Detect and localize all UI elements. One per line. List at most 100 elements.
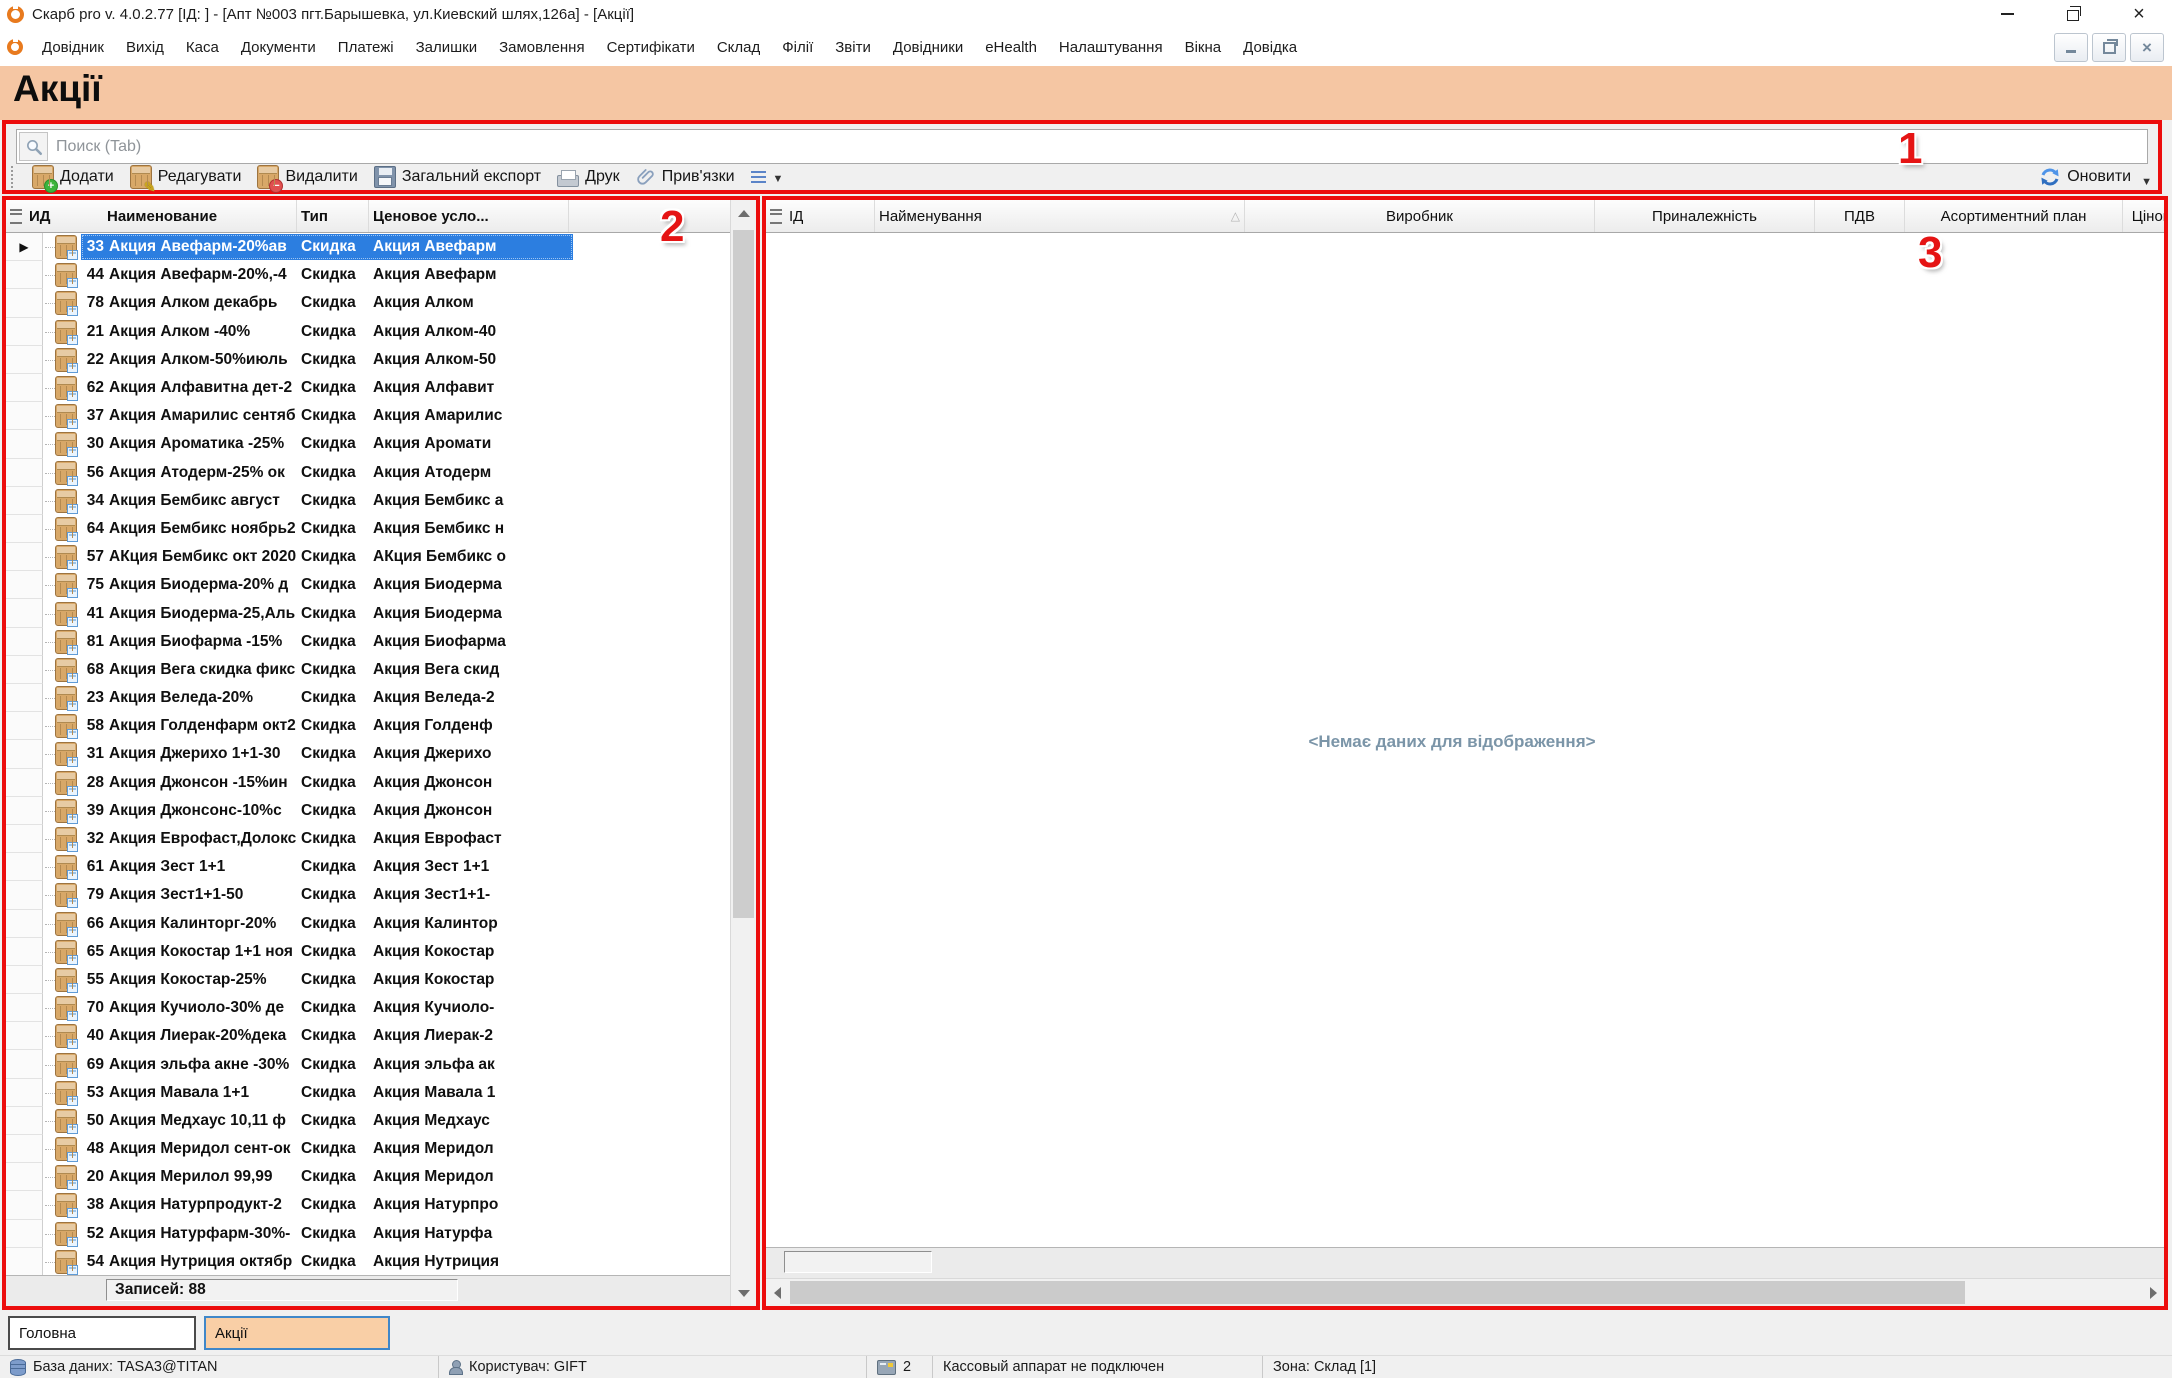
table-row[interactable]: 56Акция Атодерм-25% окСкидкаАкция Атодер… [6,459,730,487]
table-row[interactable]: 75Акция Биодерма-20% дСкидкаАкция Биодер… [6,571,730,599]
right-col-manufacturer[interactable]: Виробник [1245,200,1595,232]
table-row[interactable]: 70Акция Кучиоло-30% деСкидкаАкция Кучиол… [6,994,730,1022]
table-row[interactable]: 64Акция Бембикс ноябрь2СкидкаАкция Бемби… [6,515,730,543]
close-button[interactable]: × [2106,0,2172,28]
table-row[interactable]: 55Акция Кокостар-25%СкидкаАкция Кокостар [6,966,730,994]
column-chooser-icon[interactable] [10,209,22,224]
menu-item-6[interactable]: Залишки [405,39,489,56]
right-col-name[interactable]: Найменування△ [875,200,1245,232]
table-row[interactable]: 30Акция Ароматика -25%СкидкаАкция Аромат… [6,430,730,458]
minimize-button[interactable] [1974,0,2040,28]
menu-item-15[interactable]: Вікна [1174,39,1233,56]
scroll-left-button[interactable] [766,1279,788,1306]
refresh-dropdown-arrow[interactable]: ▼ [2141,176,2152,188]
left-col-id[interactable]: ИД [25,200,103,232]
left-col-price-condition[interactable]: Ценовое усло... [369,200,569,232]
right-col-vat[interactable]: ПДВ [1815,200,1905,232]
menu-item-9[interactable]: Склад [706,39,771,56]
menu-item-5[interactable]: Платежі [327,39,405,56]
right-col-belonging[interactable]: Приналежність [1595,200,1815,232]
table-row[interactable]: 52Акция Натурфарм-30%-СкидкаАкция Натурф… [6,1220,730,1248]
table-row[interactable]: 41Акция Биодерма-25,АльСкидкаАкция Биоде… [6,599,730,627]
right-col-price-regulation[interactable]: Цінове регулювання [2123,200,2164,232]
row-type: Скидка [301,605,373,623]
search-input[interactable] [48,133,2147,160]
table-row[interactable]: 28Акция Джонсон -15%инСкидкаАкция Джонсо… [6,769,730,797]
table-row[interactable]: 32Акция Еврофаст,ДолоксСкидкаАкция Евроф… [6,825,730,853]
menu-item-8[interactable]: Сертифікати [596,39,706,56]
table-row[interactable]: 38Акция Натурпродукт-2СкидкаАкция Натурп… [6,1191,730,1219]
list-options-button[interactable]: ▼ [743,169,792,185]
table-row[interactable]: 54Акция Нутриция октябрСкидкаАкция Нутри… [6,1248,730,1276]
table-row[interactable]: 21Акция Алком -40%СкидкаАкция Алком-40 [6,318,730,346]
refresh-button[interactable]: Оновити [2031,166,2139,188]
table-row[interactable]: 39Акция Джонсонс-10%сСкидкаАкция Джонсон [6,797,730,825]
delete-crate-icon: − [257,165,279,189]
scroll-right-button[interactable] [2142,1279,2164,1306]
table-row[interactable]: 22Акция Алком-50%июльСкидкаАкция Алком-5… [6,346,730,374]
table-row[interactable]: 34Акция Бембикс августСкидкаАкция Бембик… [6,487,730,515]
delete-button[interactable]: − Видалити [249,165,365,189]
column-chooser-icon[interactable] [770,209,782,224]
menu-item-11[interactable]: Звіти [824,39,882,56]
row-indicator-cell [6,994,43,1022]
menu-item-13[interactable]: eHealth [974,39,1048,56]
table-row[interactable]: 37Акция Амарилис сентябСкидкаАкция Амари… [6,402,730,430]
menu-item-7[interactable]: Замовлення [488,39,595,56]
edit-button[interactable]: ✎ Редагувати [122,165,250,189]
empty-data-message: <Немає даних для відображення> [766,732,2138,752]
tab-main[interactable]: Головна [8,1316,196,1350]
table-row[interactable]: 48Акция Меридол сент-окСкидкаАкция Мерид… [6,1135,730,1163]
menu-item-10[interactable]: Філії [771,39,824,56]
scroll-thumb[interactable] [790,1281,1965,1304]
toolbar-drag-handle[interactable] [11,166,18,188]
left-col-name[interactable]: Наименование [103,200,297,232]
table-row[interactable]: 58Акция Голденфарм окт2СкидкаАкция Голде… [6,712,730,740]
menu-item-4[interactable]: Документи [230,39,327,56]
table-row[interactable]: 44Акция Авефарм-20%,-4СкидкаАкция Авефар… [6,261,730,289]
scroll-up-button[interactable] [731,200,756,226]
table-row[interactable]: 23Акция Веледа-20%СкидкаАкция Веледа-2 [6,684,730,712]
row-name: Акция Лиерак-20%дека [109,1027,301,1045]
search-icon-button[interactable] [19,132,48,161]
scroll-thumb[interactable] [733,230,754,918]
table-row[interactable]: 57АКция Бембикс окт 2020СкидкаАКция Бемб… [6,543,730,571]
table-row[interactable]: 69Акция эльфа акне -30%СкидкаАкция эльфа… [6,1050,730,1078]
mdi-close-button[interactable]: × [2130,33,2164,62]
table-row[interactable]: 79Акция Зест1+1-50СкидкаАкция Зест1+1- [6,881,730,909]
table-row[interactable]: 20Акция Мерилол 99,99СкидкаАкция Меридол [6,1163,730,1191]
menu-item-14[interactable]: Налаштування [1048,39,1174,56]
table-row[interactable]: 61Акция Зест 1+1СкидкаАкция Зест 1+1 [6,853,730,881]
restore-button[interactable] [2040,0,2106,28]
table-row[interactable]: 40Акция Лиерак-20%декаСкидкаАкция Лиерак… [6,1022,730,1050]
menu-item-2[interactable]: Вихід [115,39,175,56]
table-row[interactable]: ▶33Акция Авефарм-20%авСкидкаАкция Авефар… [6,233,730,261]
table-row[interactable]: 78Акция Алком декабрьСкидкаАкция Алком [6,289,730,317]
mdi-minimize-button[interactable] [2054,33,2088,62]
list-icon [751,170,767,184]
add-button[interactable]: + Додати [24,165,122,189]
menu-item-3[interactable]: Каса [175,39,230,56]
left-vertical-scrollbar[interactable] [730,200,756,1306]
right-horizontal-scrollbar[interactable] [766,1278,2164,1306]
tab-akcii-active[interactable]: Акції [204,1316,390,1350]
table-row[interactable]: 81Акция Биофарма -15%СкидкаАкция Биофарм… [6,628,730,656]
print-button[interactable]: Друк [549,167,628,188]
menu-item-16[interactable]: Довідка [1232,39,1308,56]
table-row[interactable]: 65Акция Кокостар 1+1 нояСкидкаАкция Коко… [6,938,730,966]
table-row[interactable]: 50Акция Медхаус 10,11 фСкидкаАкция Медха… [6,1107,730,1135]
table-row[interactable]: 68Акция Вега скидка фиксСкидкаАкция Вега… [6,656,730,684]
menu-item-1[interactable]: Довідник [31,39,115,56]
menu-item-12[interactable]: Довідники [882,39,974,56]
table-row[interactable]: 66Акция Калинторг-20%СкидкаАкция Калинто… [6,910,730,938]
mdi-restore-button[interactable] [2092,33,2126,62]
right-col-id[interactable]: ІД [785,200,875,232]
links-button[interactable]: Прив'язки [628,167,743,187]
left-col-type[interactable]: Тип [297,200,369,232]
scroll-down-button[interactable] [731,1280,756,1306]
row-name: Акция Биофарма -15% [109,633,301,651]
table-row[interactable]: 62Акция Алфавитна дет-2СкидкаАкция Алфав… [6,374,730,402]
table-row[interactable]: 31Акция Джерихо 1+1-30СкидкаАкция Джерих… [6,740,730,768]
table-row[interactable]: 53Акция Мавала 1+1СкидкаАкция Мавала 1 [6,1079,730,1107]
export-button[interactable]: Загальний експорт [366,166,549,188]
